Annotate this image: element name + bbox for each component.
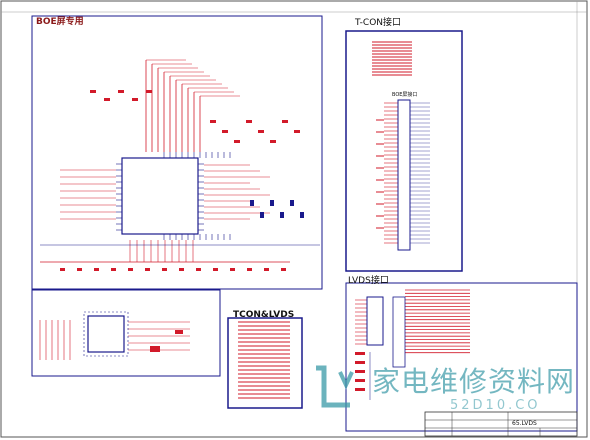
tcon-lvds-frame [227,317,303,409]
tcon-connector-title: T-CON接口 [355,18,402,28]
watermark-logo [316,365,354,408]
boe-connector-body [397,99,411,251]
boe-connector-title: BOE屏接口 [392,92,418,98]
boe-section-title: BOE屏专用 [36,17,84,27]
tcon-lvds-title: TCON&LVDS [233,310,295,320]
lvds-connector-body [366,296,384,346]
watermark-text: 家电维修资料网 [372,365,576,398]
sheet-name: 65.LVDS [512,420,537,427]
main-ic [121,157,199,235]
tcon-frame [345,30,463,272]
title-block [424,411,578,437]
watermark-url: 52D10.CO [450,398,541,413]
boe-frame [31,15,323,290]
lvds-connector-title: LVDS接口 [348,276,389,286]
power-ic [87,315,125,353]
power-frame [31,289,221,377]
